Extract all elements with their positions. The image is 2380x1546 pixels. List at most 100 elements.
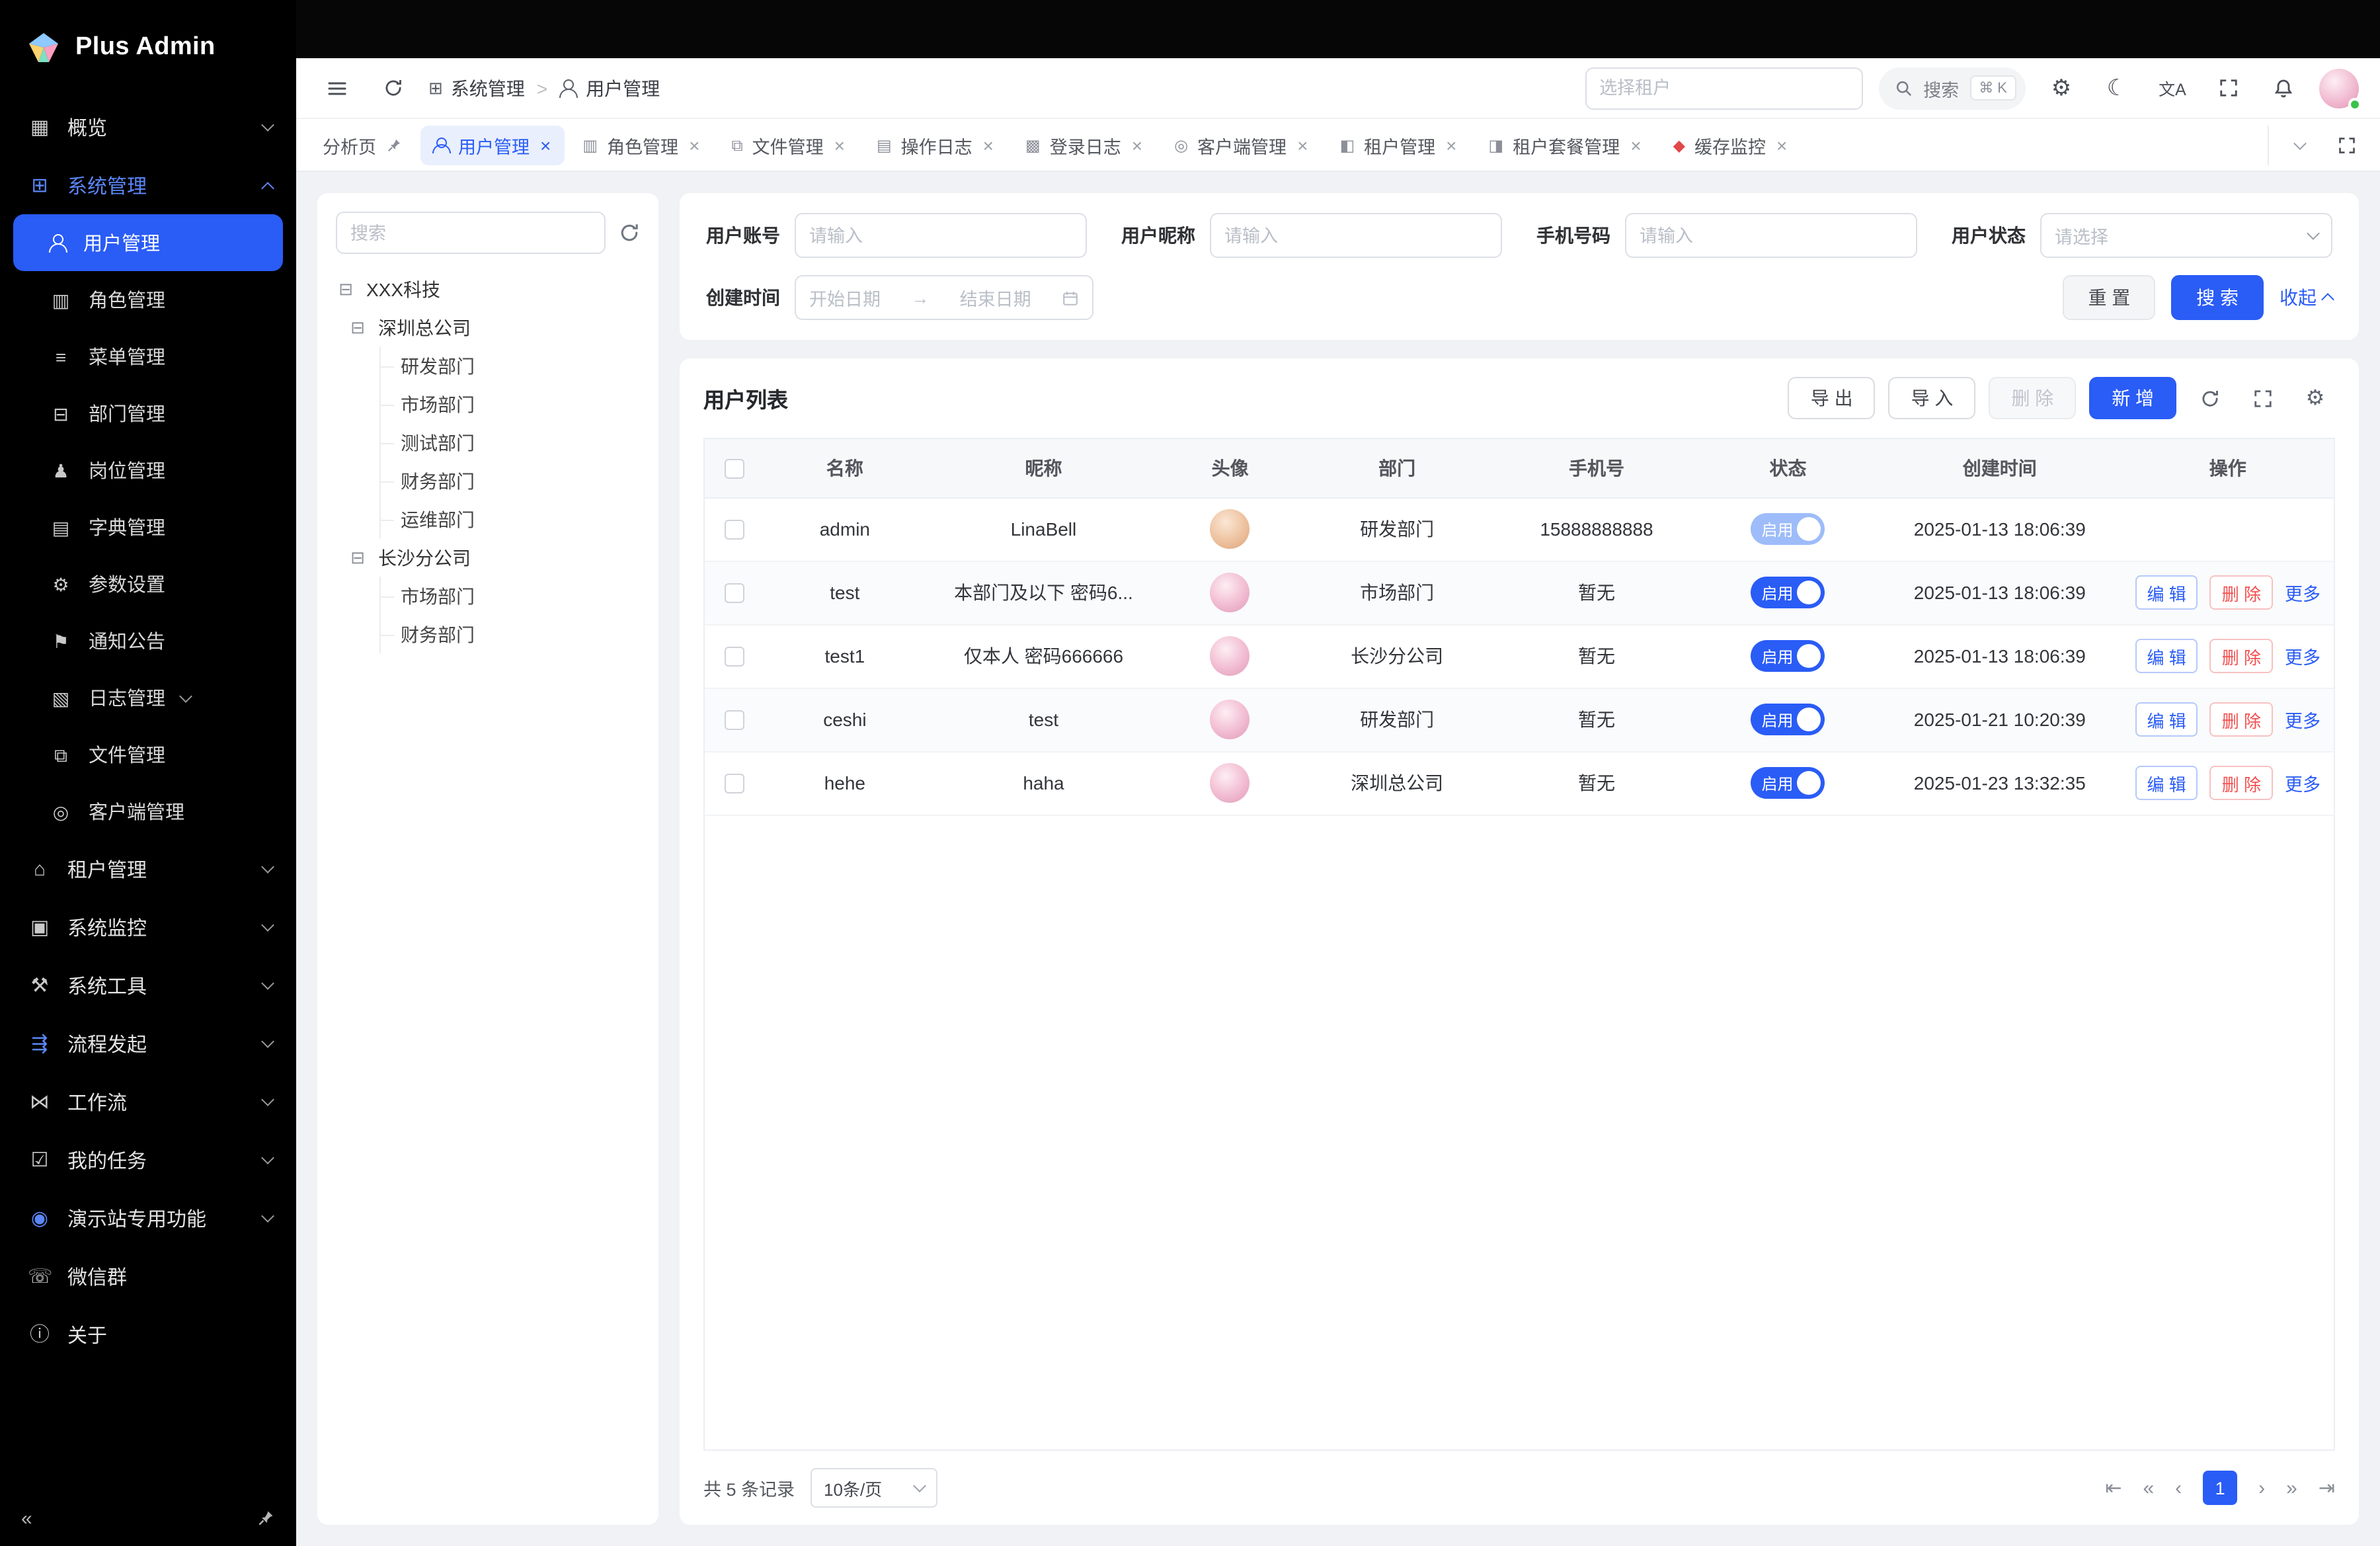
page-size-select[interactable]: 10条/页 <box>811 1468 937 1508</box>
close-icon[interactable]: × <box>540 136 551 154</box>
collapse-icon[interactable]: ⊟ <box>348 547 368 568</box>
language-button[interactable]: 文A <box>2153 68 2192 108</box>
select-all-checkbox[interactable] <box>724 459 744 479</box>
tabs-fullscreen-button[interactable] <box>2327 125 2367 165</box>
collapse-icon[interactable]: ⊟ <box>348 317 368 338</box>
row-checkbox[interactable] <box>724 711 744 731</box>
delete-button[interactable]: 删 除 <box>1989 377 2076 419</box>
more-button[interactable]: 更多 <box>2285 770 2320 796</box>
first-page-button[interactable]: ⇤ <box>2105 1478 2122 1498</box>
tabs-dropdown-button[interactable] <box>2280 125 2319 165</box>
status-toggle[interactable]: 启用 <box>1751 513 1825 545</box>
more-button[interactable]: 更多 <box>2285 706 2320 733</box>
prev-5-pages-button[interactable]: « <box>2143 1478 2154 1498</box>
sidebar-subitem-post[interactable]: ♟ 岗位管理 <box>13 442 283 499</box>
prev-page-button[interactable]: ‹ <box>2175 1478 2182 1498</box>
status-toggle[interactable]: 启用 <box>1751 577 1825 608</box>
table-fullscreen-button[interactable] <box>2242 378 2282 418</box>
sidebar-item-system[interactable]: ⊞ 系统管理 <box>0 156 296 214</box>
next-page-button[interactable]: › <box>2258 1478 2265 1498</box>
tab-analysis[interactable]: 分析页 <box>309 125 415 165</box>
tree-leaf[interactable]: 研发部门 <box>381 346 640 385</box>
nickname-input[interactable] <box>1210 213 1502 258</box>
sidebar-collapse-button[interactable]: « <box>21 1508 32 1528</box>
tab-file-management[interactable]: ⧉ 文件管理 × <box>718 125 858 165</box>
sidebar-item-wechat[interactable]: ☏ 微信群 <box>0 1247 296 1305</box>
edit-button[interactable]: 编 辑 <box>2135 639 2198 673</box>
tree-leaf[interactable]: 市场部门 <box>381 577 640 615</box>
reset-button[interactable]: 重 置 <box>2063 275 2155 320</box>
import-button[interactable]: 导 入 <box>1889 377 1976 419</box>
status-select[interactable]: 请选择 <box>2040 213 2332 258</box>
row-checkbox[interactable] <box>724 584 744 604</box>
status-toggle[interactable]: 启用 <box>1751 767 1825 799</box>
close-icon[interactable]: × <box>1297 136 1308 154</box>
sidebar-subitem-parameters[interactable]: ⚙ 参数设置 <box>13 555 283 612</box>
sidebar-item-tenant[interactable]: ⌂ 租户管理 <box>0 840 296 898</box>
sidebar-subitem-menu[interactable]: ≡ 菜单管理 <box>13 328 283 385</box>
refresh-page-button[interactable] <box>373 68 413 108</box>
sidebar-subitem-notice[interactable]: ⚑ 通知公告 <box>13 612 283 669</box>
tenant-select-input[interactable] <box>1585 67 1862 109</box>
sidebar-item-workflow[interactable]: ⋈ 工作流 <box>0 1073 296 1131</box>
close-icon[interactable]: × <box>834 136 845 154</box>
close-icon[interactable]: × <box>689 136 699 154</box>
sidebar-item-process[interactable]: ⇶ 流程发起 <box>0 1014 296 1073</box>
breadcrumb-item-user[interactable]: 用户管理 <box>559 75 660 101</box>
tree-leaf[interactable]: 市场部门 <box>381 385 640 423</box>
tree-node-changsha[interactable]: ⊟ 长沙分公司 <box>348 538 640 577</box>
breadcrumb-item-system[interactable]: ⊞ 系统管理 <box>428 75 525 101</box>
tab-login-log[interactable]: ▩ 登录日志 × <box>1012 125 1156 165</box>
tab-role-management[interactable]: ▥ 角色管理 × <box>569 125 713 165</box>
last-page-button[interactable]: ⇥ <box>2319 1478 2335 1498</box>
add-button[interactable]: 新 增 <box>2089 377 2176 419</box>
more-button[interactable]: 更多 <box>2285 643 2320 669</box>
global-search-button[interactable]: 搜索 ⌘ K <box>1878 67 2026 109</box>
status-toggle[interactable]: 启用 <box>1751 640 1825 672</box>
status-toggle[interactable]: 启用 <box>1751 704 1825 735</box>
close-icon[interactable]: × <box>1776 136 1787 154</box>
sidebar-subitem-clients[interactable]: ◎ 客户端管理 <box>13 783 283 840</box>
tree-node-root[interactable]: ⊟ XXX科技 <box>336 270 640 308</box>
tab-tenant-management[interactable]: ◧ 租户管理 × <box>1326 125 1470 165</box>
row-checkbox[interactable] <box>724 520 744 540</box>
edit-button[interactable]: 编 辑 <box>2135 702 2198 737</box>
notifications-button[interactable] <box>2264 68 2303 108</box>
sidebar-subitem-user[interactable]: 用户管理 <box>13 214 283 271</box>
edit-button[interactable]: 编 辑 <box>2135 575 2198 610</box>
sidebar-subitem-files[interactable]: ⧉ 文件管理 <box>13 726 283 783</box>
phone-input[interactable] <box>1625 213 1917 258</box>
tree-node-shenzhen[interactable]: ⊟ 深圳总公司 <box>348 308 640 346</box>
dark-mode-button[interactable]: ☾ <box>2097 68 2137 108</box>
sidebar-item-overview[interactable]: ▦ 概览 <box>0 98 296 156</box>
tree-leaf[interactable]: 测试部门 <box>381 423 640 462</box>
column-settings-button[interactable]: ⚙ <box>2295 378 2335 418</box>
collapse-filter-link[interactable]: 收起 <box>2280 284 2332 311</box>
collapse-icon[interactable]: ⊟ <box>336 278 356 300</box>
edit-button[interactable]: 编 辑 <box>2135 766 2198 800</box>
pin-icon[interactable] <box>257 1509 275 1527</box>
tree-leaf[interactable]: 财务部门 <box>381 462 640 500</box>
tab-user-management[interactable]: 用户管理 × <box>420 125 564 165</box>
account-input[interactable] <box>795 213 1087 258</box>
close-icon[interactable]: × <box>1446 136 1456 154</box>
sidebar-subitem-role[interactable]: ▥ 角色管理 <box>13 271 283 328</box>
sidebar-subitem-department[interactable]: ⊟ 部门管理 <box>13 385 283 442</box>
tab-operation-log[interactable]: ▤ 操作日志 × <box>863 125 1007 165</box>
sidebar-item-tools[interactable]: ⚒ 系统工具 <box>0 956 296 1014</box>
sidebar-subitem-dictionary[interactable]: ▤ 字典管理 <box>13 499 283 555</box>
fullscreen-button[interactable] <box>2208 68 2248 108</box>
sidebar-item-about[interactable]: ⓘ 关于 <box>0 1305 296 1363</box>
row-checkbox[interactable] <box>724 647 744 667</box>
table-refresh-button[interactable] <box>2190 378 2229 418</box>
close-icon[interactable]: × <box>1630 136 1641 154</box>
sidebar-item-tasks[interactable]: ☑ 我的任务 <box>0 1131 296 1189</box>
date-range-picker[interactable]: 开始日期 → 结束日期 <box>795 275 1093 320</box>
avatar[interactable] <box>2319 68 2359 108</box>
row-delete-button[interactable]: 删 除 <box>2210 702 2273 737</box>
row-delete-button[interactable]: 删 除 <box>2210 575 2273 610</box>
tab-tenant-package[interactable]: ◨ 租户套餐管理 × <box>1476 125 1655 165</box>
tree-leaf[interactable]: 运维部门 <box>381 500 640 538</box>
row-delete-button[interactable]: 删 除 <box>2210 766 2273 800</box>
close-icon[interactable]: × <box>1132 136 1142 154</box>
